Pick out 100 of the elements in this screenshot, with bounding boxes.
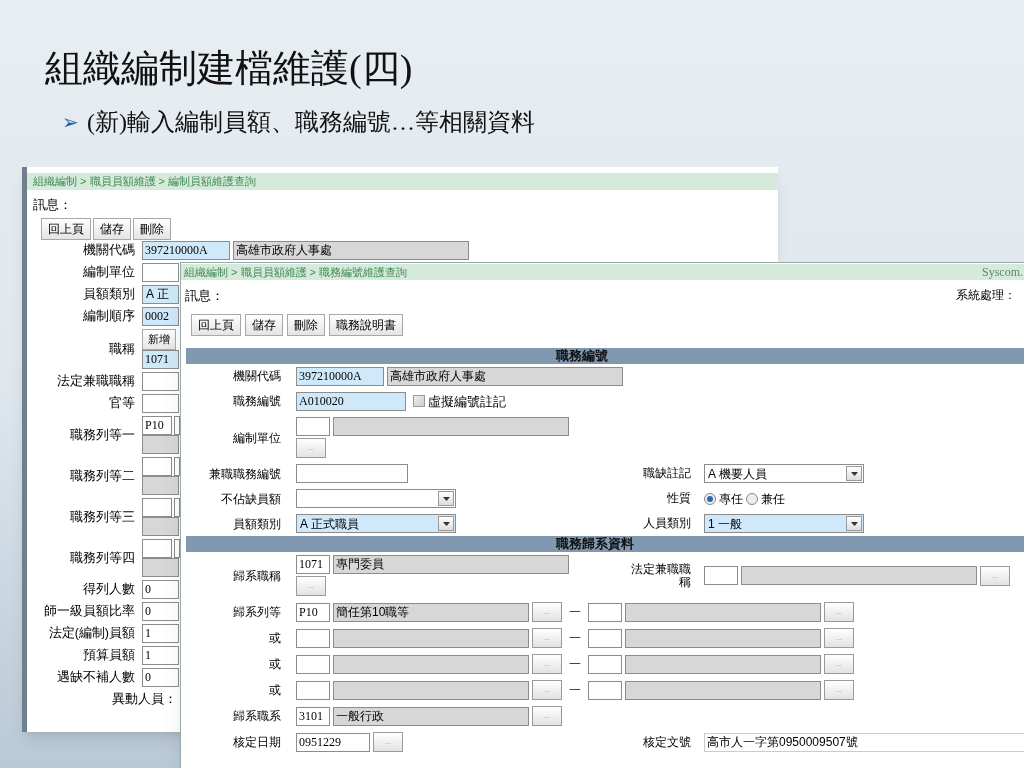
input-field[interactable]: 0 <box>142 601 179 621</box>
toolbar-button[interactable]: 回上頁 <box>191 313 241 336</box>
field-label: 法定兼職職稱 <box>630 562 691 589</box>
input-field[interactable]: 397210000A <box>296 366 384 386</box>
field-label: 職缺註記 <box>642 467 691 480</box>
field-label: 職務列等四 <box>69 550 135 565</box>
toolbar-button[interactable]: 職務說明書 <box>329 313 403 336</box>
readonly-field[interactable] <box>625 654 821 674</box>
range-dash: 一 <box>568 604 582 621</box>
bullet-icon: ➢ <box>62 107 79 137</box>
readonly-field[interactable]: 高雄市政府人事處 <box>387 366 623 386</box>
input-field[interactable] <box>142 497 172 517</box>
readonly-field[interactable] <box>741 566 977 585</box>
readonly-field[interactable] <box>333 628 529 648</box>
toolbar-button[interactable]: 回上頁 <box>41 217 91 240</box>
input-field[interactable] <box>174 456 180 476</box>
input-field[interactable] <box>588 680 622 700</box>
input-field[interactable] <box>142 371 179 391</box>
field-label: 師一級員額比率 <box>43 604 135 618</box>
toolbar-button[interactable]: 儲存 <box>93 217 131 240</box>
input-field[interactable] <box>588 654 622 674</box>
status-label: 系統處理： <box>956 287 1017 304</box>
field-label: 法定(編制)員額 <box>47 626 135 640</box>
input-field[interactable] <box>296 417 330 436</box>
readonly-field[interactable] <box>625 602 821 622</box>
input-field[interactable]: 3101 <box>296 706 330 726</box>
input-field[interactable] <box>142 262 179 282</box>
select-field[interactable]: A 正 <box>142 284 179 304</box>
input-field[interactable] <box>704 566 738 585</box>
input-field[interactable] <box>296 654 330 674</box>
message-label: 訊息： <box>33 196 73 214</box>
input-field[interactable] <box>296 680 330 700</box>
select-field[interactable]: A 正式職員 <box>296 514 456 533</box>
input-field[interactable]: 0951229 <box>296 732 370 752</box>
readonly-field[interactable] <box>142 516 179 536</box>
readonly-field[interactable] <box>625 680 821 700</box>
readonly-field[interactable] <box>142 434 179 454</box>
field-label: 核定日期 <box>232 734 282 751</box>
input-field[interactable] <box>174 538 180 558</box>
readonly-field[interactable] <box>333 417 569 436</box>
range-dash: 一 <box>568 656 582 673</box>
input-field[interactable]: 1 <box>142 623 179 643</box>
breadcrumb: 組織編制 > 職員員額維護 > 職務編號維護查詢 <box>184 264 408 280</box>
input-field[interactable] <box>142 456 172 476</box>
caret-icon <box>846 466 862 481</box>
input-field[interactable]: 高市人一字第0950009507號 <box>704 732 1024 752</box>
field-label: 異動人員： <box>111 692 177 706</box>
readonly-field[interactable] <box>142 475 179 495</box>
input-field[interactable]: P10 <box>296 602 330 622</box>
input-field[interactable]: 0002 <box>142 306 179 326</box>
range-dash: 一 <box>568 682 582 699</box>
readonly-field[interactable] <box>142 557 179 577</box>
field-label: 性質 <box>666 492 691 505</box>
radio-button[interactable] <box>704 492 716 505</box>
input-field[interactable]: 0 <box>142 579 179 599</box>
toolbar-button[interactable]: 儲存 <box>245 313 283 336</box>
input-field[interactable]: P10 <box>142 415 172 435</box>
field-label: 得列人數 <box>82 582 135 596</box>
input-field[interactable] <box>142 538 172 558</box>
radio-button[interactable] <box>746 492 758 505</box>
input-field[interactable]: 1071 <box>142 349 179 369</box>
field-label: 職務列等一 <box>69 427 135 442</box>
input-field[interactable]: 0 <box>142 667 179 687</box>
select-field[interactable]: A 機要人員 <box>704 464 864 483</box>
input-field[interactable] <box>296 464 408 483</box>
toolbar-button[interactable]: 刪除 <box>287 313 325 336</box>
toolbar-button[interactable]: 刪除 <box>133 217 171 240</box>
readonly-field[interactable]: 一般行政 <box>333 706 529 726</box>
readonly-field[interactable]: 專門委員 <box>333 555 569 574</box>
input-field[interactable] <box>588 628 622 648</box>
caret-icon <box>438 491 454 506</box>
input-field[interactable] <box>174 497 180 517</box>
readonly-field[interactable]: 高雄市政府人事處 <box>233 240 469 260</box>
readonly-field[interactable] <box>333 680 529 700</box>
field-label: 預算員額 <box>82 648 135 662</box>
field-label: 人員類別 <box>642 517 691 530</box>
field-label: 不佔缺員額 <box>220 490 282 508</box>
field-label: 遇缺不補人數 <box>56 670 135 684</box>
input-field[interactable] <box>142 393 179 413</box>
input-field[interactable] <box>296 628 330 648</box>
caret-icon <box>846 516 862 531</box>
input-field[interactable]: 1071 <box>296 555 330 574</box>
input-field[interactable] <box>588 602 622 622</box>
input-field[interactable]: A010020 <box>296 391 406 411</box>
select-field[interactable]: 1 一般 <box>704 514 864 533</box>
add-button[interactable]: 新增 <box>142 328 176 350</box>
field-label: 職務編號 <box>232 393 282 411</box>
breadcrumb: 組織編制 > 職員員額維護 > 編制員額維護查詢 <box>33 174 257 190</box>
input-field[interactable]: 397210000A <box>142 240 230 260</box>
select-field[interactable] <box>296 489 456 508</box>
radio-label: 兼任 <box>761 490 785 508</box>
field-label: 員額類別 <box>232 515 282 533</box>
readonly-field[interactable] <box>333 654 529 674</box>
field-label: 員額類別 <box>82 287 135 301</box>
readonly-field[interactable] <box>625 628 821 648</box>
input-field[interactable] <box>174 415 180 435</box>
input-field[interactable]: 1 <box>142 645 179 665</box>
checkbox[interactable] <box>413 395 425 408</box>
readonly-field[interactable]: 簡任第10職等 <box>333 602 529 622</box>
field-label: 或 <box>268 630 282 647</box>
